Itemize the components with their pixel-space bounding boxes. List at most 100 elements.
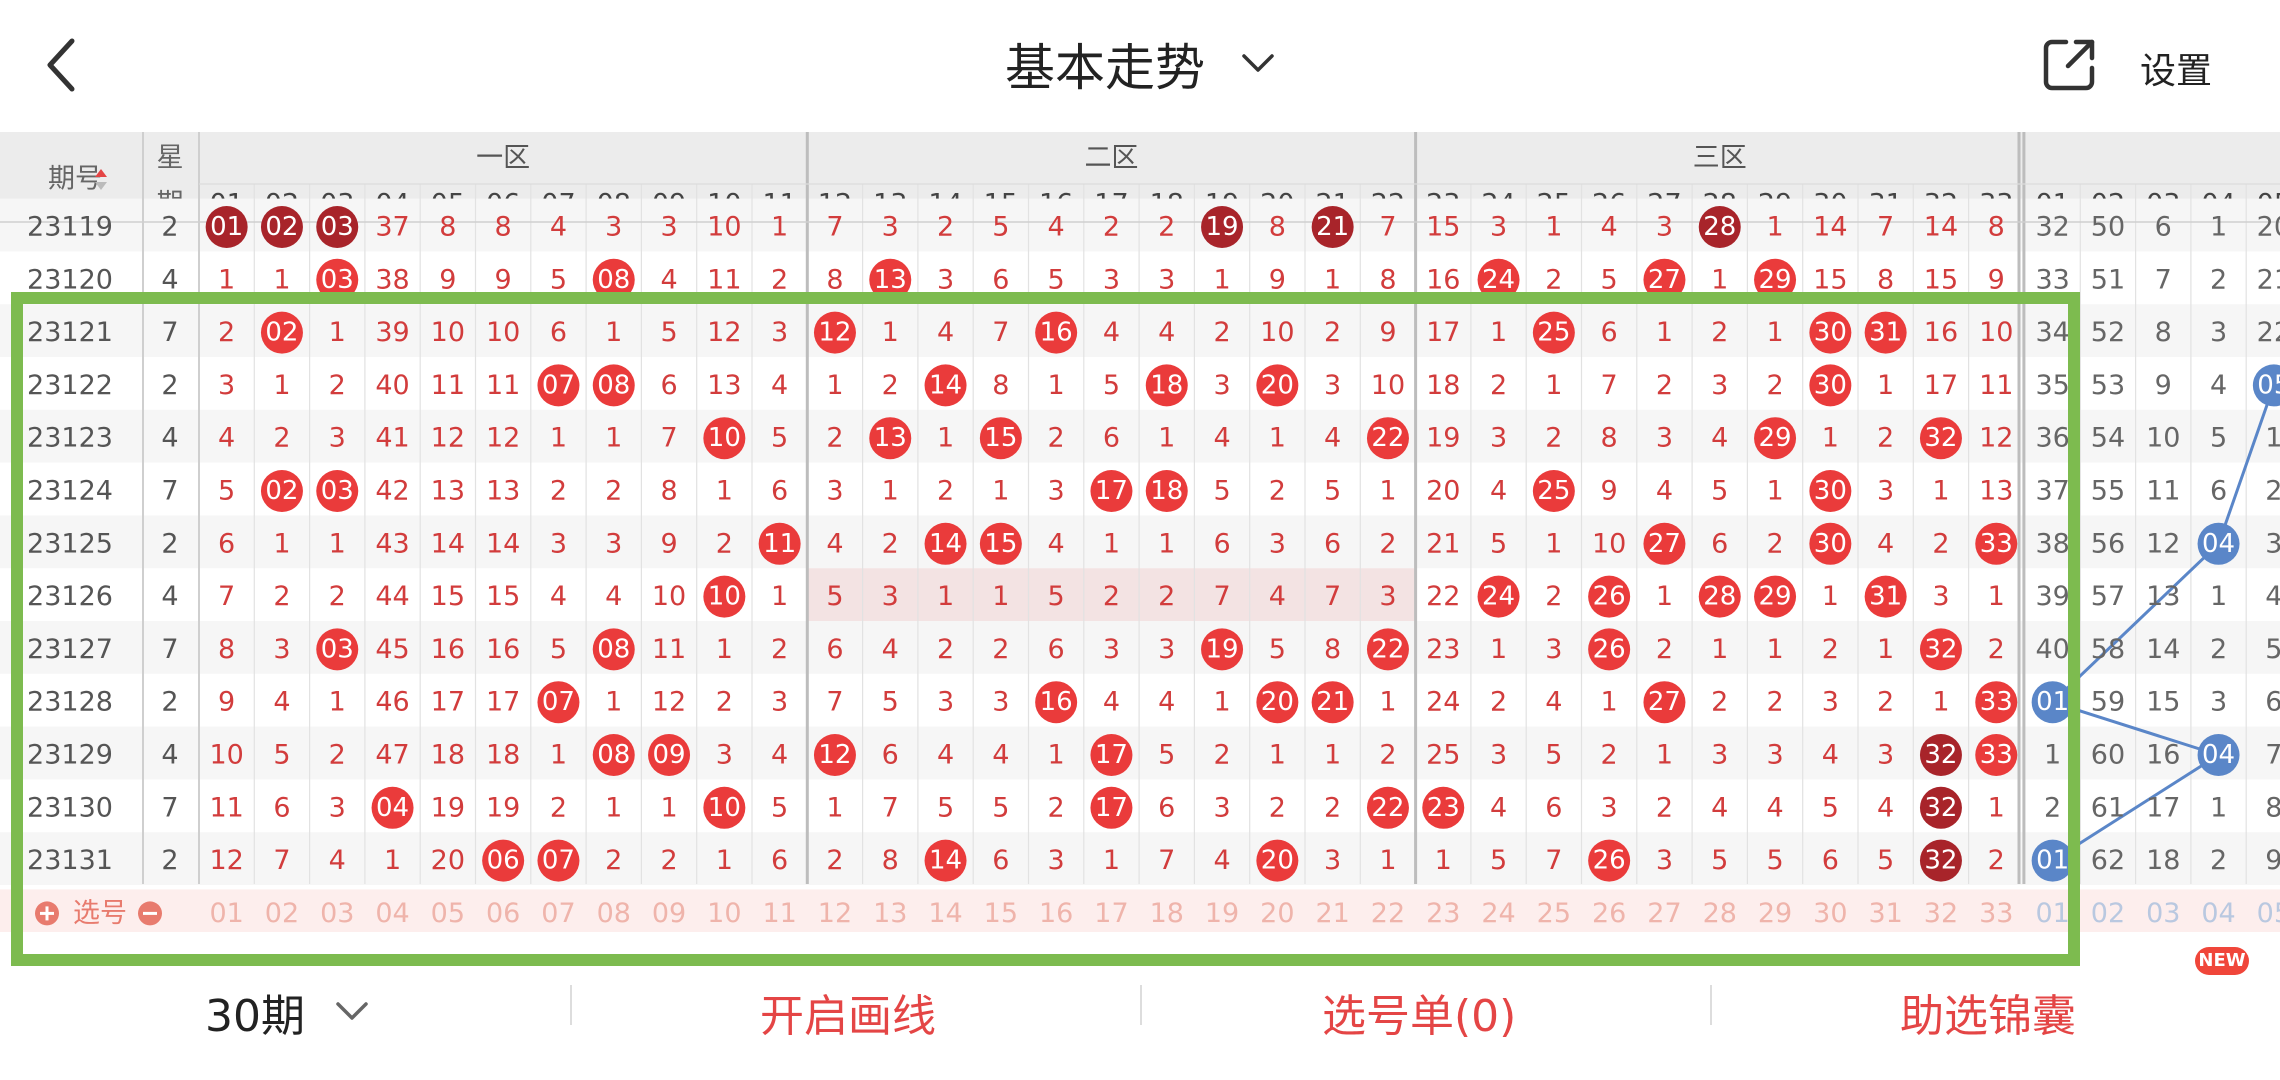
trend-table: 期号星期一区二区三区010203040506070809101112131415… [0,132,2280,932]
omission-value: 8 [1379,264,1396,295]
omission-value: 4 [1711,423,1728,454]
omission-value: 20 [431,845,465,876]
omission-value: 6 [1048,634,1065,665]
blue-omission-value: 61 [2091,792,2125,823]
red-ball-number: 31 [1869,582,1902,612]
red-ball-number: 02 [265,212,298,242]
blue-omission-value: 53 [2091,370,2125,401]
omission-value: 1 [1711,264,1728,295]
blue-omission-value: 55 [2091,476,2125,507]
omission-value: 1 [1766,317,1783,348]
blue-omission-value: 16 [2146,740,2180,771]
selection-list-button[interactable]: 选号单(0) [1322,980,1516,1044]
red-ball-number: 15 [984,529,1017,559]
omission-value: 4 [1048,528,1065,559]
omission-value: 1 [1545,370,1562,401]
omission-value: 5 [273,740,290,771]
omission-value: 4 [771,370,788,401]
omission-value: 3 [1158,634,1175,665]
period-selector[interactable]: 30期 [205,980,305,1044]
page-title[interactable]: 基本走势 [1005,28,1205,100]
week-day: 4 [161,581,178,612]
omission-value: 22 [1426,581,1460,612]
blue-omission-value: 3 [2210,317,2227,348]
omission-value: 3 [218,370,235,401]
select-number: 05 [431,898,465,929]
omission-value: 5 [826,581,843,612]
omission-value: 1 [329,317,346,348]
draw-line-button[interactable]: 开启画线 [760,980,936,1044]
omission-value: 21 [1426,528,1460,559]
blue-omission-value: 2 [2210,264,2227,295]
divider [570,985,572,1025]
red-ball-number: 10 [708,582,741,612]
omission-value: 7 [1379,212,1396,243]
omission-value: 1 [1379,476,1396,507]
assistant-button[interactable]: 助选锦囊 [1900,980,2076,1044]
omission-value: 2 [1103,212,1120,243]
issue-number: 23131 [27,845,113,876]
omission-value: 3 [1656,423,1673,454]
blue-omission-value: 22 [2257,317,2280,348]
omission-value: 1 [329,687,346,718]
omission-value: 5 [937,792,954,823]
settings-button[interactable]: 设置 [2140,42,2212,94]
red-ball-number: 02 [265,476,298,506]
omission-value: 10 [1371,370,1405,401]
red-ball-number: 19 [1206,634,1239,664]
select-number: 27 [1647,898,1681,929]
blue-omission-value: 2 [2210,634,2227,665]
blue-omission-value: 62 [2091,845,2125,876]
omission-value: 6 [660,370,677,401]
omission-value: 6 [882,740,899,771]
red-ball-number: 10 [708,423,741,453]
omission-value: 1 [1490,317,1507,348]
omission-value: 8 [439,212,456,243]
chevron-down-icon[interactable] [1240,50,1276,78]
omission-value: 1 [1656,317,1673,348]
red-ball-number: 30 [1814,529,1847,559]
omission-value: 4 [218,423,235,454]
bottom-toolbar: 30期 开启画线 选号单(0) 助选锦囊 [0,960,2280,1080]
chevron-down-icon[interactable] [334,998,370,1024]
omission-value: 17 [1426,317,1460,348]
share-icon[interactable] [2040,34,2100,94]
red-ball-number: 25 [1537,318,1570,348]
omission-value: 3 [1490,212,1507,243]
omission-value: 10 [1592,528,1626,559]
omission-value: 2 [826,423,843,454]
omission-value: 1 [550,740,567,771]
blue-ball-number: 05 [2257,370,2280,400]
omission-value: 11 [486,370,520,401]
omission-value: 2 [1379,740,1396,771]
omission-value: 11 [707,264,741,295]
omission-value: 4 [1103,687,1120,718]
omission-value: 12 [209,845,243,876]
omission-value: 2 [329,740,346,771]
chevron-left-icon[interactable] [40,35,88,95]
red-ball-number: 08 [597,265,630,295]
omission-value: 2 [1601,740,1618,771]
omission-value: 5 [1711,845,1728,876]
omission-value: 1 [1324,740,1341,771]
omission-value: 11 [1979,370,2013,401]
blue-omission-value: 20 [2257,212,2280,243]
week-day: 7 [161,792,178,823]
red-ball-number: 32 [1924,846,1957,876]
omission-value: 4 [937,317,954,348]
omission-value: 2 [605,476,622,507]
omission-value: 8 [218,634,235,665]
omission-value: 1 [550,423,567,454]
omission-value: 40 [375,370,409,401]
red-ball-number: 23 [1427,793,1460,823]
omission-value: 11 [209,792,243,823]
omission-value: 10 [486,317,520,348]
omission-value: 6 [771,476,788,507]
omission-value: 14 [486,528,520,559]
omission-value: 4 [1158,317,1175,348]
omission-value: 3 [1490,740,1507,771]
omission-value: 5 [1213,476,1230,507]
blue-omission-value: 21 [2257,264,2280,295]
omission-value: 7 [1324,581,1341,612]
omission-value: 18 [1426,370,1460,401]
